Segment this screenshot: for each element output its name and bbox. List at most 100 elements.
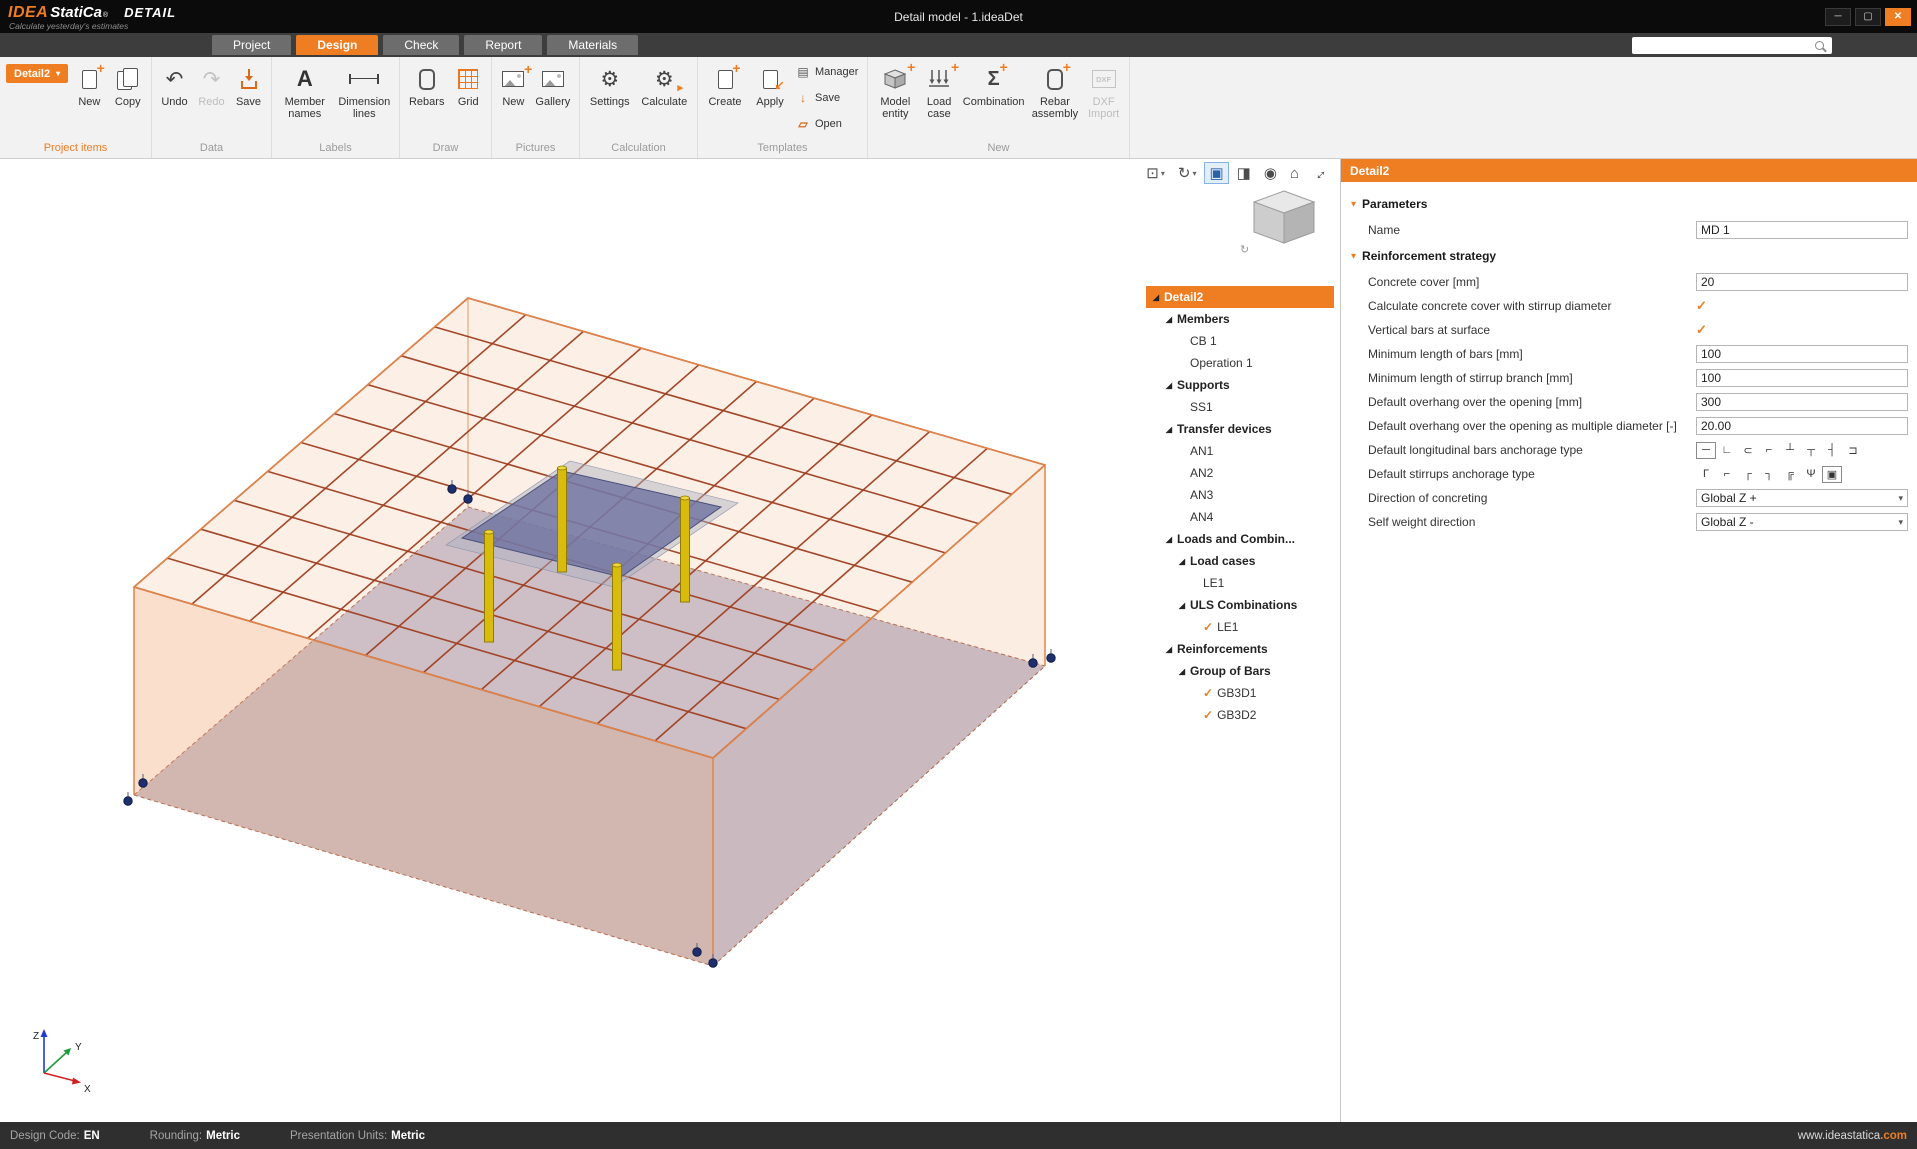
checkmark-icon[interactable]: ✓	[1203, 708, 1213, 722]
dimension-lines-button[interactable]: Dimension lines	[336, 62, 393, 120]
maximize-button[interactable]: ▢	[1855, 8, 1881, 26]
grid-button[interactable]: Grid	[451, 62, 485, 108]
rebars-button[interactable]: Rebars	[406, 62, 447, 108]
minimize-button[interactable]: ─	[1825, 8, 1851, 26]
template-apply-button[interactable]: ↙ Apply	[750, 62, 790, 108]
undo-button[interactable]: ↶ Undo	[158, 62, 191, 108]
default-overhang-over-the-opening-mm-input[interactable]	[1696, 393, 1908, 411]
combination-button[interactable]: Σ Combination	[962, 62, 1026, 108]
tree-item-an1[interactable]: AN1	[1146, 440, 1334, 462]
checkmark-icon[interactable]: ✓	[1203, 686, 1213, 700]
vertical-bars-at-surface-checkbox[interactable]: ✓	[1696, 322, 1707, 338]
tree-item-an4[interactable]: AN4	[1146, 506, 1334, 528]
tree-item-group-of-bars[interactable]: ◢Group of Bars	[1146, 660, 1334, 682]
section-reinforcement-strategy[interactable]: ▾Reinforcement strategy	[1341, 242, 1917, 270]
stirrup-anchorage-type-option-0[interactable]: Γ	[1696, 466, 1716, 483]
tree-item-reinforcements[interactable]: ◢Reinforcements	[1146, 638, 1334, 660]
settings-button[interactable]: ⚙ Settings	[586, 62, 634, 108]
expander-icon[interactable]: ◢	[1163, 535, 1175, 544]
tab-report[interactable]: Report	[464, 35, 542, 55]
stirrup-anchorage-type-option-1[interactable]: ⌐	[1717, 466, 1737, 483]
template-open-button[interactable]: ▱Open	[796, 117, 858, 131]
expander-icon[interactable]: ◢	[1176, 601, 1188, 610]
tree-item-le1[interactable]: ✓LE1	[1146, 616, 1334, 638]
wireframe-view-button[interactable]: ▣	[1204, 162, 1228, 184]
calculate-concrete-cover-with-stirrup-diameter-checkbox[interactable]: ✓	[1696, 298, 1707, 314]
expander-icon[interactable]: ◢	[1163, 645, 1175, 654]
tab-materials[interactable]: Materials	[547, 35, 638, 55]
copy-project-item-button[interactable]: Copy	[111, 62, 145, 108]
longitudinal-anchorage-type-option-5[interactable]: ┬	[1801, 442, 1821, 459]
tree-item-le1[interactable]: LE1	[1146, 572, 1334, 594]
expander-icon[interactable]: ◢	[1150, 293, 1162, 302]
longitudinal-anchorage-type-option-3[interactable]: ⌐	[1759, 442, 1779, 459]
visibility-button[interactable]: ◉	[1259, 162, 1282, 184]
default-overhang-over-the-opening-as-multiple-diameter-input[interactable]	[1696, 417, 1908, 435]
new-project-item-button[interactable]: New	[72, 62, 106, 108]
tree-item-loads-and-combin[interactable]: ◢Loads and Combin...	[1146, 528, 1334, 550]
checkmark-icon[interactable]: ✓	[1203, 620, 1213, 634]
longitudinal-anchorage-type-option-2[interactable]: ⊂	[1738, 442, 1758, 459]
tree-item-an3[interactable]: AN3	[1146, 484, 1334, 506]
calculate-button[interactable]: ⚙▸ Calculate	[638, 62, 691, 108]
expander-icon[interactable]: ◢	[1163, 381, 1175, 390]
longitudinal-anchorage-type-option-1[interactable]: ∟	[1717, 442, 1737, 459]
template-create-button[interactable]: Create	[704, 62, 746, 108]
tree-item-members[interactable]: ◢Members	[1146, 308, 1334, 330]
save-button[interactable]: Save	[232, 62, 265, 108]
3d-viewport[interactable]: ⊡▾↻▾▣◨◉⌂↔ ↻ ◢Detail2◢MembersCB 1Operatio…	[0, 159, 1341, 1122]
tree-item-uls-combinations[interactable]: ◢ULS Combinations	[1146, 594, 1334, 616]
stirrup-anchorage-type-option-2[interactable]: ┌	[1738, 466, 1758, 483]
tab-design[interactable]: Design	[296, 35, 378, 55]
search-input[interactable]	[1632, 39, 1815, 51]
dxf-import-button[interactable]: DXF DXF Import	[1084, 62, 1123, 120]
template-manager-button[interactable]: ▤Manager	[796, 65, 858, 79]
tree-item-transfer-devices[interactable]: ◢Transfer devices	[1146, 418, 1334, 440]
new-picture-button[interactable]: New	[498, 62, 529, 108]
tree-item-cb-1[interactable]: CB 1	[1146, 330, 1334, 352]
stirrup-anchorage-type-option-4[interactable]: ╔	[1780, 466, 1800, 483]
stirrup-anchorage-type-option-5[interactable]: Ψ	[1801, 466, 1821, 483]
website-link[interactable]: www.ideastatica.com	[1798, 1130, 1907, 1142]
self-weight-direction-select[interactable]: Global Z -▾	[1696, 513, 1908, 531]
model-entity-button[interactable]: Model entity	[874, 62, 917, 120]
gallery-button[interactable]: Gallery	[533, 62, 573, 108]
expander-icon[interactable]: ◢	[1176, 557, 1188, 566]
tree-item-an2[interactable]: AN2	[1146, 462, 1334, 484]
longitudinal-anchorage-type-option-0[interactable]: ─	[1696, 442, 1716, 459]
stirrup-anchorage-type-option-3[interactable]: ┐	[1759, 466, 1779, 483]
tree-item-supports[interactable]: ◢Supports	[1146, 374, 1334, 396]
solid-view-button[interactable]: ◨	[1232, 162, 1256, 184]
name-input[interactable]	[1696, 221, 1908, 239]
close-button[interactable]: ✕	[1885, 8, 1911, 26]
expander-icon[interactable]: ◢	[1163, 425, 1175, 434]
detail2-selector-button[interactable]: Detail2▾	[6, 64, 68, 83]
longitudinal-anchorage-type-option-7[interactable]: ⊐	[1843, 442, 1863, 459]
rotate-view-tool[interactable]: ↻▾	[1173, 162, 1202, 184]
rebar-assembly-button[interactable]: Rebar assembly	[1030, 62, 1080, 120]
expander-icon[interactable]: ◢	[1176, 667, 1188, 676]
tree-item-load-cases[interactable]: ◢Load cases	[1146, 550, 1334, 572]
longitudinal-anchorage-type-option-4[interactable]: ┴	[1780, 442, 1800, 459]
tree-item-operation-1[interactable]: Operation 1	[1146, 352, 1334, 374]
tree-item-ss1[interactable]: SS1	[1146, 396, 1334, 418]
3d-model-scene[interactable]	[0, 159, 1341, 1122]
concrete-cover-mm-input[interactable]	[1696, 273, 1908, 291]
tab-check[interactable]: Check	[383, 35, 459, 55]
tree-item-gb3d1[interactable]: ✓GB3D1	[1146, 682, 1334, 704]
longitudinal-anchorage-type-option-6[interactable]: ┤	[1822, 442, 1842, 459]
zoom-fit-button[interactable]: ↔	[1307, 163, 1332, 184]
minimum-length-of-stirrup-branch-mm-input[interactable]	[1696, 369, 1908, 387]
load-case-button[interactable]: Load case	[921, 62, 958, 120]
tree-item-gb3d2[interactable]: ✓GB3D2	[1146, 704, 1334, 726]
crop-region-tool[interactable]: ⊡▾	[1141, 162, 1170, 184]
navigation-cube[interactable]: ↻	[1238, 185, 1330, 264]
tree-item-detail2[interactable]: ◢Detail2	[1146, 286, 1334, 308]
tab-project[interactable]: Project	[212, 35, 291, 55]
stirrup-anchorage-type-option-6[interactable]: ▣	[1822, 466, 1842, 483]
member-names-button[interactable]: A Member names	[278, 62, 332, 120]
template-save-button[interactable]: ↓Save	[796, 91, 858, 105]
home-view-button[interactable]: ⌂	[1285, 163, 1304, 184]
section-parameters[interactable]: ▾Parameters	[1341, 190, 1917, 218]
minimum-length-of-bars-mm-input[interactable]	[1696, 345, 1908, 363]
